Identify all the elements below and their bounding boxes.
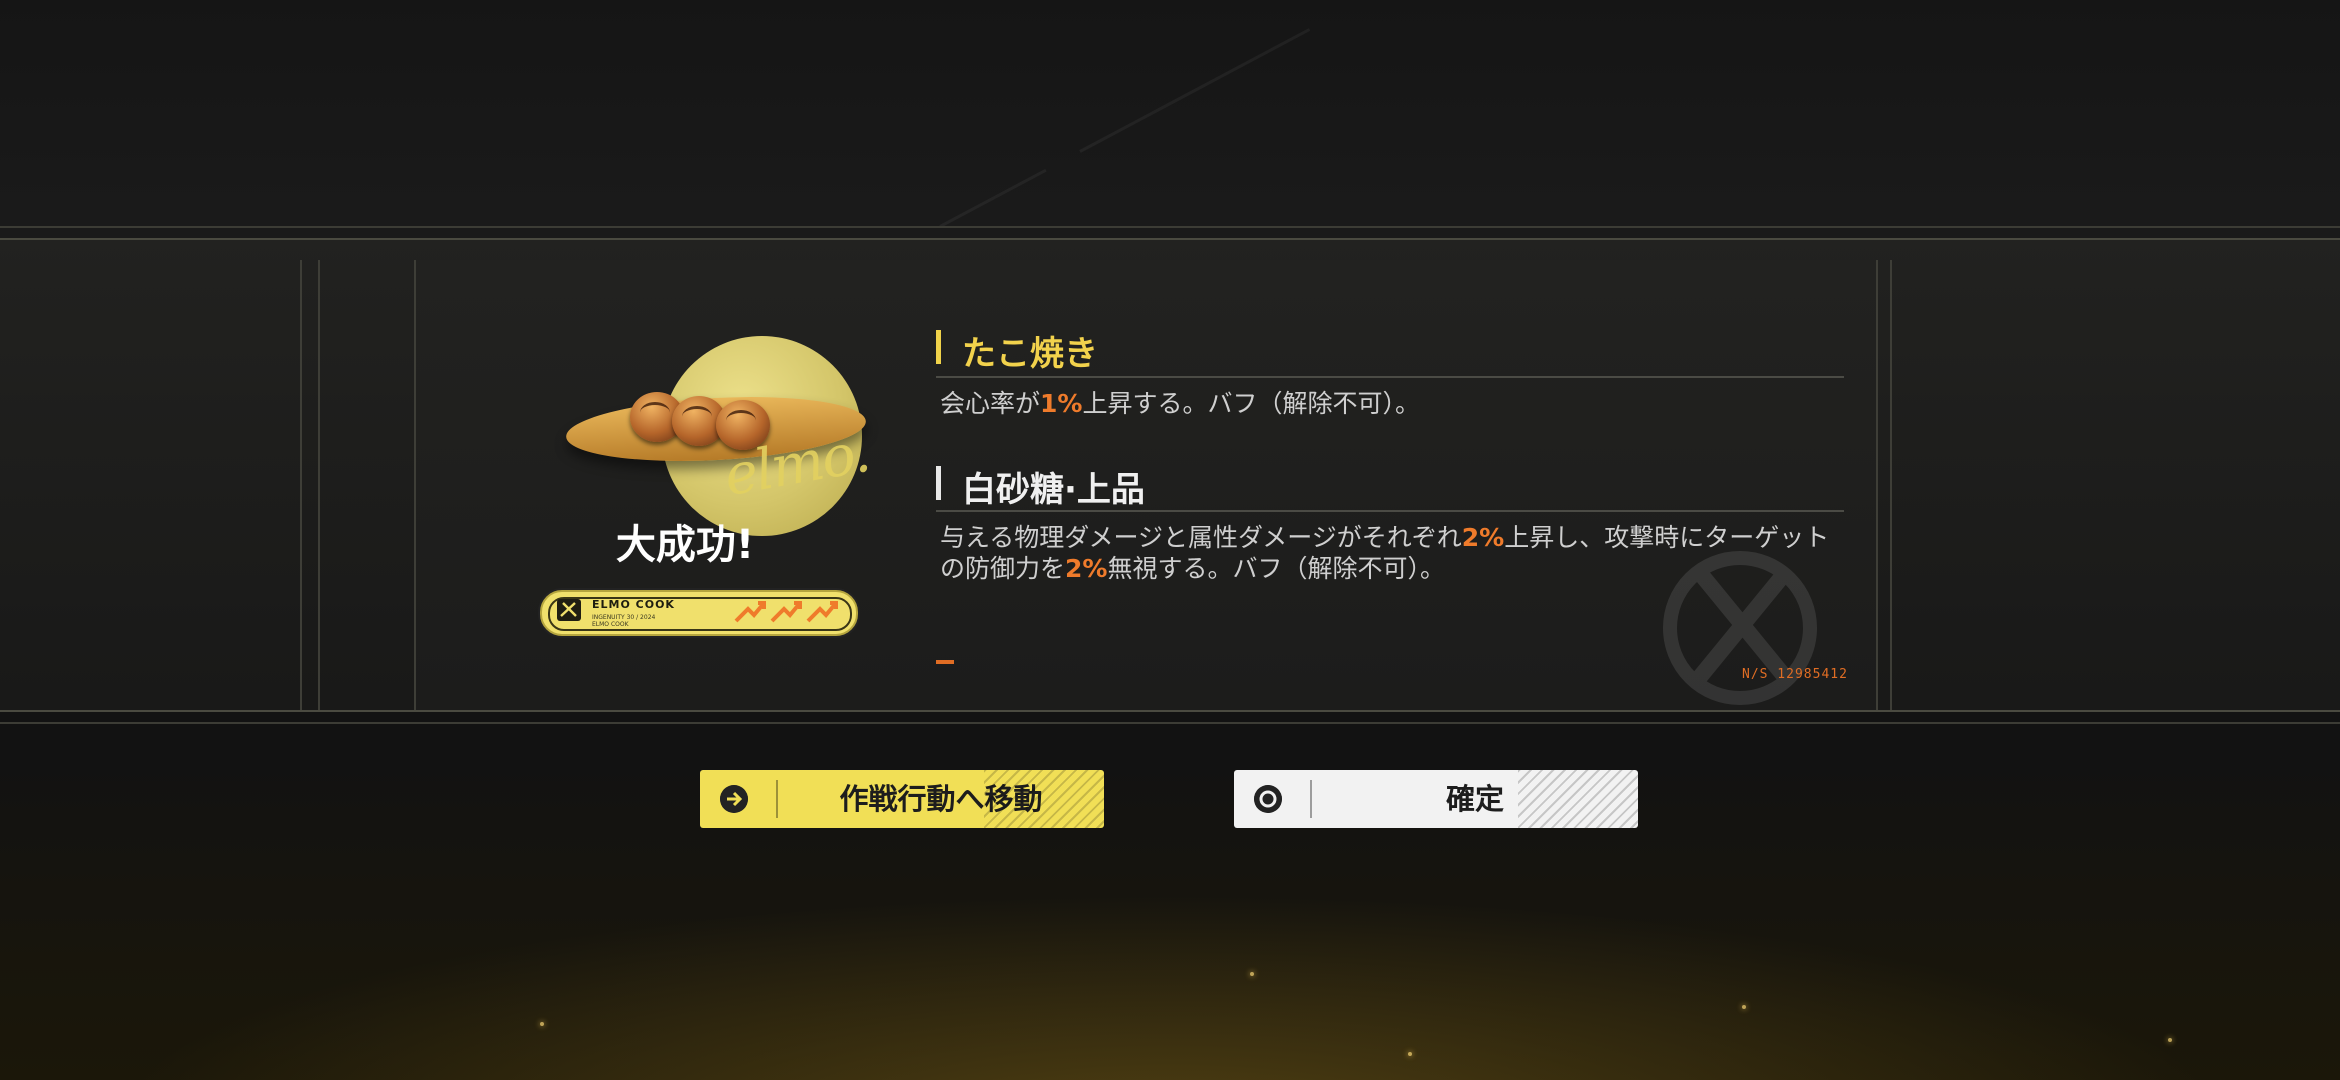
bg-light-streak: [939, 168, 1047, 228]
item-effect-after: 上昇する。バフ（解除不可）。: [1082, 389, 1420, 418]
ingredient-name: 白砂糖·上品: [962, 470, 1145, 510]
button-stripe-decor: [1518, 770, 1638, 828]
banner-divider: [300, 260, 302, 710]
sparkle: [2168, 1038, 2172, 1042]
move-to-operation-button[interactable]: 作戦行動へ移動: [700, 770, 1104, 828]
rising-arrows-icon: [734, 601, 838, 623]
ingredient-effect-part3: 無視する。バフ（解除不可）。: [1107, 554, 1445, 583]
banner-divider: [318, 260, 320, 710]
item-title-marker: [936, 330, 941, 364]
item-name: たこ焼き: [962, 334, 1098, 374]
great-success-text: 大成功!: [615, 522, 755, 568]
ingredient-title-marker: [936, 466, 941, 500]
sparkle: [1408, 1052, 1412, 1056]
crossed-utensils-icon: [1663, 551, 1817, 705]
ingredient-title-rule: [936, 510, 1844, 512]
bg-light-streak: [1079, 28, 1311, 153]
sparkle: [1742, 1005, 1746, 1009]
decor-orange-dash: [936, 660, 954, 664]
button-stripe-decor: [984, 770, 1104, 828]
item-effect-text: 会心率が1%上昇する。バフ（解除不可）。: [940, 388, 1840, 419]
confirm-button[interactable]: 確定: [1234, 770, 1638, 828]
banner-divider: [1890, 260, 1892, 710]
item-title-rule: [936, 376, 1844, 378]
badge-title: ELMO COOK: [592, 598, 675, 611]
sparkle: [540, 1022, 544, 1026]
elmo-cook-badge: ELMO COOK INGENUITY 30 / 2024 ELMO COOK: [540, 590, 858, 636]
badge-subtitle: INGENUITY 30 / 2024 ELMO COOK: [592, 614, 656, 628]
result-banner: [0, 226, 2340, 724]
circle-dot-icon: [1254, 785, 1282, 813]
sparkle: [1250, 972, 1254, 976]
arrow-circle-right-icon: [720, 785, 748, 813]
ingredient-effect-value1: 2%: [1461, 523, 1505, 552]
ingredient-effect-part1: 与える物理ダメージと属性ダメージがそれぞれ: [940, 523, 1462, 552]
elmo-cook-logo-icon: [557, 599, 581, 621]
serial-number: N/S 12985412: [1742, 667, 1848, 682]
banner-top-strip: [0, 226, 2340, 238]
banner-bottom-strip: [0, 712, 2340, 724]
item-effect-before: 会心率が: [940, 389, 1041, 418]
ingredient-effect-value2: 2%: [1065, 554, 1108, 583]
item-effect-value: 1%: [1040, 389, 1083, 418]
